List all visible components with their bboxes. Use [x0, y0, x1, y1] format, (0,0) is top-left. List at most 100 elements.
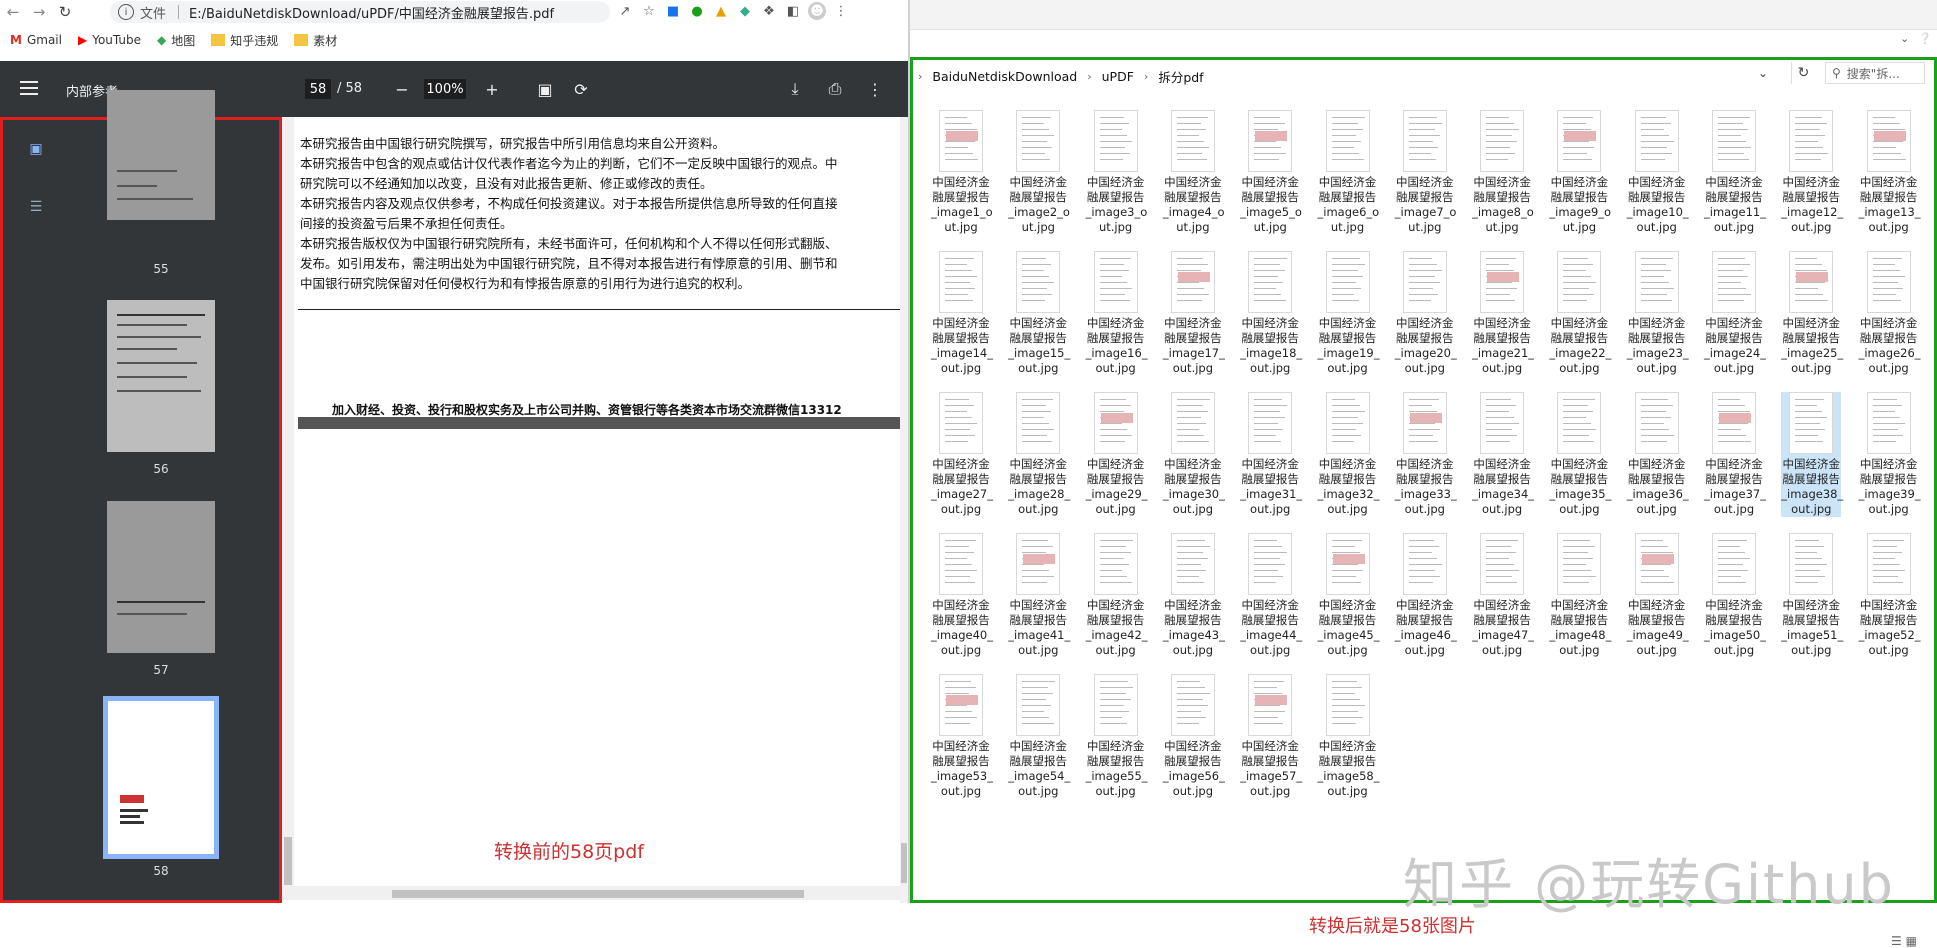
- zoom-input[interactable]: 100%: [424, 79, 466, 99]
- file-item[interactable]: 中国经济金 融展望报告 _image55_ out.jpg: [1086, 674, 1148, 799]
- file-item[interactable]: 中国经济金 融展望报告 _image32_ out.jpg: [1318, 392, 1379, 517]
- forward-icon[interactable]: →: [26, 1, 52, 23]
- file-item[interactable]: 中国经济金 融展望报告 _image36_ out.jpg: [1627, 392, 1689, 517]
- file-item[interactable]: 中国经济金 融展望报告 _image5_o ut.jpg: [1240, 110, 1302, 235]
- url-field[interactable]: i 文件 E:/BaiduNetdiskDownload/uPDF/中国经济金融…: [110, 1, 610, 23]
- thumbnails-view-icon[interactable]: ▣: [27, 140, 45, 158]
- file-item[interactable]: 中国经济金 融展望报告 _image58_ out.jpg: [1318, 674, 1379, 799]
- file-item[interactable]: 中国经济金 融展望报告 _image21_ out.jpg: [1472, 251, 1534, 376]
- kebab-menu-icon[interactable]: ⋮: [832, 2, 850, 20]
- file-item[interactable]: 中国经济金 融展望报告 _image53_ out.jpg: [931, 674, 993, 799]
- file-item[interactable]: 中国经济金 融展望报告 _image35_ out.jpg: [1549, 392, 1611, 517]
- bookmark-folder-zhihu[interactable]: 知乎违规: [211, 32, 278, 49]
- page-scrollbar[interactable]: [900, 117, 908, 903]
- bookmark-maps[interactable]: ◆ 地图: [157, 32, 195, 49]
- file-item[interactable]: 中国经济金 融展望报告 _image13_ out.jpg: [1859, 110, 1921, 235]
- file-item[interactable]: 中国经济金 融展望报告 _image37_ out.jpg: [1704, 392, 1766, 517]
- file-item[interactable]: 中国经济金 融展望报告 _image44_ out.jpg: [1240, 533, 1302, 658]
- bookmark-youtube[interactable]: ▶ YouTube: [78, 33, 141, 47]
- file-item[interactable]: 中国经济金 融展望报告 _image28_ out.jpg: [1008, 392, 1070, 517]
- horizontal-scrollbar[interactable]: [282, 886, 900, 900]
- download-icon[interactable]: ⤓: [783, 77, 807, 101]
- help-icon[interactable]: ❔: [1918, 32, 1932, 45]
- file-item[interactable]: 中国经济金 融展望报告 _image45_ out.jpg: [1318, 533, 1379, 658]
- file-item[interactable]: 中国经济金 融展望报告 _image38_ out.jpg: [1781, 392, 1843, 517]
- side-panel-icon[interactable]: ◧: [784, 2, 802, 20]
- file-item[interactable]: 中国经济金 融展望报告 _image54_ out.jpg: [1008, 674, 1070, 799]
- page-number-input[interactable]: 58: [305, 79, 331, 99]
- file-item[interactable]: 中国经济金 融展望报告 _image51_ out.jpg: [1781, 533, 1843, 658]
- file-item[interactable]: 中国经济金 融展望报告 _image1_o ut.jpg: [931, 110, 993, 235]
- scroll-thumb[interactable]: [284, 837, 292, 885]
- file-item[interactable]: 中国经济金 融展望报告 _image50_ out.jpg: [1704, 533, 1766, 658]
- file-item[interactable]: 中国经济金 融展望报告 _image12_ out.jpg: [1781, 110, 1843, 235]
- menu-icon[interactable]: [20, 81, 38, 95]
- extension-icon[interactable]: ■: [664, 2, 682, 20]
- file-item[interactable]: 中国经济金 融展望报告 _image49_ out.jpg: [1627, 533, 1689, 658]
- file-item[interactable]: 中国经济金 融展望报告 _image3_o ut.jpg: [1086, 110, 1147, 235]
- file-item[interactable]: 中国经济金 融展望报告 _image19_ out.jpg: [1318, 251, 1379, 376]
- file-item[interactable]: 中国经济金 融展望报告 _image20_ out.jpg: [1395, 251, 1457, 376]
- file-item[interactable]: 中国经济金 融展望报告 _image15_ out.jpg: [1008, 251, 1070, 376]
- file-item[interactable]: 中国经济金 融展望报告 _image29_ out.jpg: [1086, 392, 1148, 517]
- file-item[interactable]: 中国经济金 融展望报告 _image34_ out.jpg: [1472, 392, 1534, 517]
- chevron-down-icon[interactable]: ⌄: [1900, 32, 1909, 45]
- outline-view-icon[interactable]: ☰: [27, 198, 45, 216]
- search-input[interactable]: ⚲ 搜索"拆...: [1825, 62, 1925, 84]
- zoom-in-icon[interactable]: +: [480, 77, 504, 101]
- print-icon[interactable]: ⎙: [823, 77, 847, 101]
- file-item[interactable]: 中国经济金 融展望报告 _image9_o ut.jpg: [1549, 110, 1611, 235]
- back-icon[interactable]: ←: [0, 1, 26, 23]
- file-item[interactable]: 中国经济金 融展望报告 _image26_ out.jpg: [1859, 251, 1921, 376]
- file-item[interactable]: 中国经济金 融展望报告 _image8_o ut.jpg: [1472, 110, 1534, 235]
- view-toggle-icons[interactable]: ☰ ▦: [1891, 934, 1917, 948]
- file-item[interactable]: 中国经济金 融展望报告 _image4_o ut.jpg: [1163, 110, 1225, 235]
- file-item[interactable]: 中国经济金 融展望报告 _image22_ out.jpg: [1549, 251, 1611, 376]
- file-item[interactable]: 中国经济金 融展望报告 _image47_ out.jpg: [1472, 533, 1534, 658]
- bookmark-folder-sucai[interactable]: 素材: [294, 32, 337, 49]
- zoom-out-icon[interactable]: −: [390, 77, 414, 101]
- star-icon[interactable]: ☆: [640, 2, 658, 20]
- vertical-scrollbar[interactable]: [282, 117, 294, 887]
- file-item[interactable]: 中国经济金 融展望报告 _image17_ out.jpg: [1163, 251, 1225, 376]
- extension-3-icon[interactable]: ◆: [736, 2, 754, 20]
- file-item[interactable]: 中国经济金 融展望报告 _image48_ out.jpg: [1549, 533, 1611, 658]
- rotate-icon[interactable]: ⟳: [569, 77, 593, 101]
- file-item[interactable]: 中国经济金 融展望报告 _image57_ out.jpg: [1240, 674, 1302, 799]
- file-item[interactable]: 中国经济金 融展望报告 _image56_ out.jpg: [1163, 674, 1225, 799]
- file-item[interactable]: 中国经济金 融展望报告 _image16_ out.jpg: [1086, 251, 1148, 376]
- page-thumbnail-selected[interactable]: [103, 696, 219, 859]
- file-item[interactable]: 中国经济金 融展望报告 _image25_ out.jpg: [1781, 251, 1843, 376]
- breadcrumb-item[interactable]: 拆分pdf: [1158, 67, 1203, 86]
- url-text[interactable]: E:/BaiduNetdiskDownload/uPDF/中国经济金融展望报告.…: [189, 3, 554, 22]
- file-item[interactable]: 中国经济金 融展望报告 _image40_ out.jpg: [931, 533, 993, 658]
- bookmark-gmail[interactable]: M Gmail: [10, 33, 62, 47]
- file-item[interactable]: 中国经济金 融展望报告 _image27_ out.jpg: [931, 392, 993, 517]
- file-item[interactable]: 中国经济金 融展望报告 _image18_ out.jpg: [1240, 251, 1302, 376]
- breadcrumb-item[interactable]: uPDF: [1102, 69, 1134, 84]
- scroll-thumb[interactable]: [901, 843, 907, 883]
- file-item[interactable]: 中国经济金 融展望报告 _image10_ out.jpg: [1627, 110, 1689, 235]
- info-icon[interactable]: i: [118, 4, 134, 20]
- puzzle-icon[interactable]: ❖: [760, 2, 778, 20]
- file-item[interactable]: 中国经济金 融展望报告 _image6_o ut.jpg: [1318, 110, 1379, 235]
- file-item[interactable]: 中国经济金 融展望报告 _image24_ out.jpg: [1704, 251, 1766, 376]
- file-item[interactable]: 中国经济金 融展望报告 _image46_ out.jpg: [1395, 533, 1457, 658]
- extension-2-icon[interactable]: ▲: [712, 2, 730, 20]
- refresh-icon[interactable]: ↻: [1791, 62, 1815, 84]
- share-icon[interactable]: ↗: [616, 2, 634, 20]
- file-item[interactable]: 中国经济金 融展望报告 _image14_ out.jpg: [931, 251, 993, 376]
- file-item[interactable]: 中国经济金 融展望报告 _image7_o ut.jpg: [1395, 110, 1456, 235]
- page-thumbnail[interactable]: [107, 90, 215, 220]
- file-item[interactable]: 中国经济金 融展望报告 _image23_ out.jpg: [1627, 251, 1689, 376]
- file-item[interactable]: 中国经济金 融展望报告 _image33_ out.jpg: [1395, 392, 1457, 517]
- file-item[interactable]: 中国经济金 融展望报告 _image52_ out.jpg: [1859, 533, 1921, 658]
- file-item[interactable]: 中国经济金 融展望报告 _image11_ out.jpg: [1704, 110, 1766, 235]
- file-item[interactable]: 中国经济金 融展望报告 _image31_ out.jpg: [1240, 392, 1302, 517]
- avatar[interactable]: ☻: [808, 2, 826, 20]
- scroll-thumb[interactable]: [392, 890, 804, 898]
- reload-icon[interactable]: ↻: [52, 1, 78, 23]
- page-thumbnail[interactable]: [107, 300, 215, 452]
- file-item[interactable]: 中国经济金 融展望报告 _image41_ out.jpg: [1008, 533, 1070, 658]
- history-dropdown-icon[interactable]: ⌄: [1758, 66, 1768, 80]
